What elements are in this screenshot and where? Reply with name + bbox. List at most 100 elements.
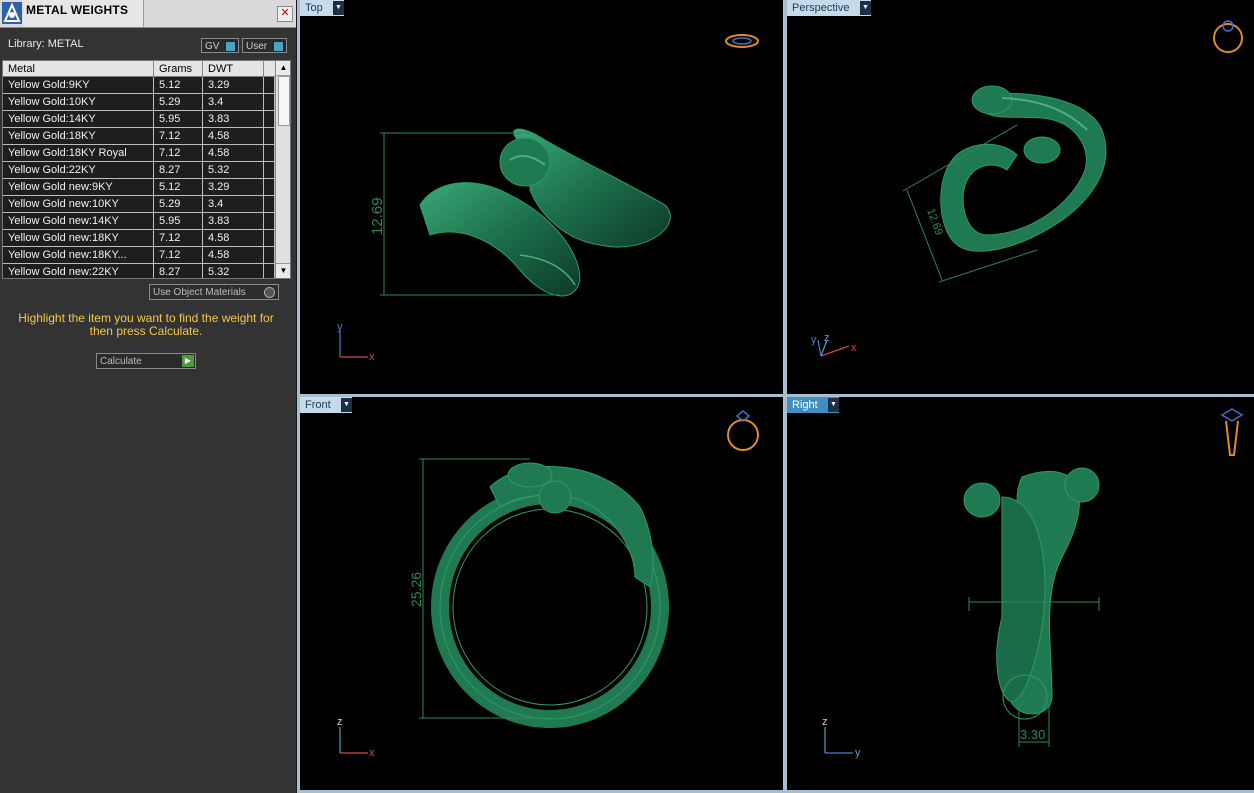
grams-cell: 7.12 bbox=[154, 230, 203, 246]
dwt-cell: 3.29 bbox=[203, 179, 264, 195]
dwt-cell: 4.58 bbox=[203, 230, 264, 246]
metal-cell: Yellow Gold new:10KY bbox=[3, 196, 154, 212]
grams-cell: 5.12 bbox=[154, 179, 203, 195]
spacer-cell bbox=[264, 230, 275, 246]
front-view-canvas: 25.26 z x bbox=[337, 410, 759, 759]
spacer-cell bbox=[264, 247, 275, 263]
top-view-canvas: 12.69 y x bbox=[337, 34, 759, 363]
panel-title: METAL WEIGHTS bbox=[26, 3, 129, 17]
close-icon[interactable]: ✕ bbox=[277, 6, 293, 22]
axis-label-z: z bbox=[824, 332, 830, 344]
viewport-front[interactable]: 25.26 z x Front ▼ bbox=[300, 397, 783, 790]
spacer-cell bbox=[264, 196, 275, 212]
viewport-right[interactable]: 3.30 z y Right ▼ bbox=[787, 397, 1254, 790]
gv-indicator-icon bbox=[225, 41, 236, 52]
column-header-grams[interactable]: Grams bbox=[154, 61, 203, 76]
dwt-cell: 4.58 bbox=[203, 247, 264, 263]
dwt-cell: 4.58 bbox=[203, 145, 264, 161]
play-icon[interactable]: ▶ bbox=[182, 355, 194, 367]
spacer-cell bbox=[264, 213, 275, 229]
column-header-spacer bbox=[264, 61, 275, 76]
dropdown-arrow-icon[interactable]: ▼ bbox=[333, 1, 344, 15]
dropdown-arrow-icon[interactable]: ▼ bbox=[341, 398, 352, 412]
axis-gizmo-perspective bbox=[817, 339, 850, 357]
axis-gizmo-front bbox=[339, 727, 368, 754]
table-row[interactable]: Yellow Gold:22KY 8.27 5.32 bbox=[3, 162, 275, 179]
ring-view-icon[interactable] bbox=[725, 34, 759, 48]
table-row[interactable]: Yellow Gold new:14KY 5.95 3.83 bbox=[3, 213, 275, 230]
table-scrollbar[interactable]: ▲ ▼ bbox=[275, 61, 290, 278]
ring-view-icon[interactable] bbox=[1220, 408, 1244, 456]
table-row[interactable]: Yellow Gold:18KY 7.12 4.58 bbox=[3, 128, 275, 145]
viewport-tab-right[interactable]: Right ▼ bbox=[787, 397, 839, 413]
calculate-label: Calculate bbox=[100, 356, 142, 367]
spacer-cell bbox=[264, 179, 275, 195]
scroll-down-icon[interactable]: ▼ bbox=[276, 263, 290, 278]
metal-cell: Yellow Gold new:18KY bbox=[3, 230, 154, 246]
axis-gizmo-top bbox=[339, 330, 368, 358]
viewport-perspective[interactable]: 12.69 y z x Perspective ▼ bbox=[787, 0, 1254, 394]
grams-cell: 8.27 bbox=[154, 162, 203, 178]
metal-cell: Yellow Gold:18KY Royal bbox=[3, 145, 154, 161]
grams-cell: 8.27 bbox=[154, 264, 203, 278]
table-row[interactable]: Yellow Gold new:18KY 7.12 4.58 bbox=[3, 230, 275, 247]
column-header-dwt[interactable]: DWT bbox=[203, 61, 264, 76]
axis-label-y: y bbox=[811, 334, 817, 346]
grams-cell: 5.95 bbox=[154, 213, 203, 229]
axis-label-x: x bbox=[851, 342, 857, 354]
ring-view-icon[interactable] bbox=[1213, 20, 1243, 53]
axis-label-x: x bbox=[369, 747, 375, 759]
dwt-cell: 3.29 bbox=[203, 77, 264, 93]
scroll-up-icon[interactable]: ▲ bbox=[276, 61, 290, 76]
perspective-view-canvas: 12.69 y z x bbox=[811, 20, 1243, 357]
grams-cell: 5.29 bbox=[154, 196, 203, 212]
table-row[interactable]: Yellow Gold:14KY 5.95 3.83 bbox=[3, 111, 275, 128]
dropdown-arrow-icon[interactable]: ▼ bbox=[828, 398, 839, 412]
dwt-cell: 5.32 bbox=[203, 162, 264, 178]
spacer-cell bbox=[264, 111, 275, 127]
ring-model-perspective bbox=[940, 85, 1107, 252]
grams-cell: 7.12 bbox=[154, 145, 203, 161]
table-row[interactable]: Yellow Gold new:22KY 8.27 5.32 bbox=[3, 264, 275, 278]
gv-label: GV bbox=[205, 41, 220, 52]
dropdown-arrow-icon[interactable]: ▼ bbox=[860, 1, 871, 15]
use-object-materials-label: Use Object Materials bbox=[153, 287, 246, 298]
scroll-thumb[interactable] bbox=[278, 76, 290, 126]
table-row[interactable]: Yellow Gold:9KY 5.12 3.29 bbox=[3, 77, 275, 94]
viewport-tab-top[interactable]: Top ▼ bbox=[300, 0, 344, 16]
dwt-cell: 3.4 bbox=[203, 196, 264, 212]
viewport-tab-perspective[interactable]: Perspective ▼ bbox=[787, 0, 871, 16]
axis-label-y: y bbox=[337, 321, 343, 333]
radio-icon[interactable] bbox=[264, 287, 275, 298]
table-row[interactable]: Yellow Gold:10KY 5.29 3.4 bbox=[3, 94, 275, 111]
grams-cell: 7.12 bbox=[154, 247, 203, 263]
table-row[interactable]: Yellow Gold new:10KY 5.29 3.4 bbox=[3, 196, 275, 213]
metal-cell: Yellow Gold:22KY bbox=[3, 162, 154, 178]
metal-cell: Yellow Gold:14KY bbox=[3, 111, 154, 127]
spacer-cell bbox=[264, 128, 275, 144]
table-body: Yellow Gold:9KY 5.12 3.29 Yellow Gold:10KY… bbox=[3, 77, 275, 278]
user-library-button[interactable]: User bbox=[242, 38, 287, 53]
viewport-tab-front[interactable]: Front ▼ bbox=[300, 397, 352, 413]
dwt-cell: 3.83 bbox=[203, 213, 264, 229]
axis-label-x: x bbox=[369, 351, 375, 363]
viewport-label-perspective: Perspective bbox=[792, 2, 850, 14]
ring-model-right bbox=[963, 467, 1100, 720]
column-header-metal[interactable]: Metal bbox=[3, 61, 154, 76]
spacer-cell bbox=[264, 145, 275, 161]
metal-cell: Yellow Gold new:14KY bbox=[3, 213, 154, 229]
metal-weights-panel: METAL WEIGHTS ✕ Library: METAL GV User M… bbox=[0, 0, 297, 793]
viewport-top[interactable]: 12.69 y x Top ▼ bbox=[300, 0, 783, 394]
panel-title-bar: METAL WEIGHTS ✕ bbox=[0, 0, 296, 28]
dimension-value-top: 12.69 bbox=[369, 197, 386, 235]
table-row[interactable]: Yellow Gold new:9KY 5.12 3.29 bbox=[3, 179, 275, 196]
table-row[interactable]: Yellow Gold:18KY Royal 7.12 4.58 bbox=[3, 145, 275, 162]
gv-library-button[interactable]: GV bbox=[201, 38, 239, 53]
ring-view-icon[interactable] bbox=[727, 410, 759, 451]
use-object-materials-option[interactable]: Use Object Materials bbox=[149, 284, 279, 300]
metal-table: Metal Grams DWT Yellow Gold:9KY 5.12 3.29 … bbox=[2, 60, 291, 279]
axis-label-y: y bbox=[855, 747, 861, 759]
instructions-text: Highlight the item you want to find the … bbox=[18, 311, 274, 338]
calculate-button[interactable]: Calculate ▶ bbox=[96, 353, 196, 369]
table-row[interactable]: Yellow Gold new:18KY... 7.12 4.58 bbox=[3, 247, 275, 264]
